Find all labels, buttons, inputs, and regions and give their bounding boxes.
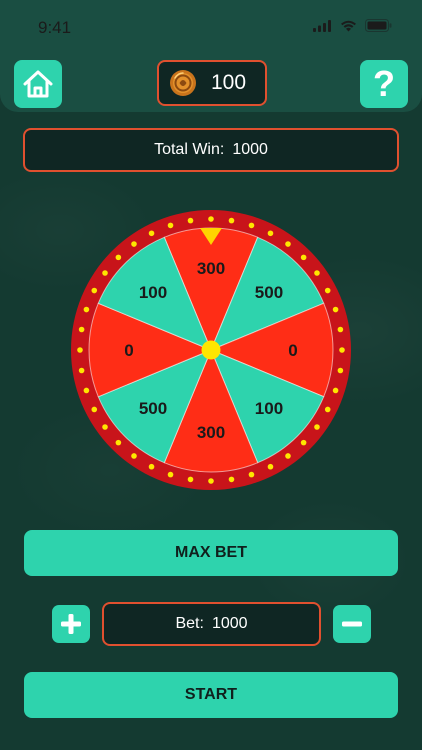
decrease-bet-button[interactable]	[333, 605, 371, 643]
wheel-bulb	[83, 306, 90, 313]
wheel-bulb	[337, 326, 344, 333]
total-win-display: Total Win: 1000	[23, 128, 399, 172]
wheel-bulb	[339, 347, 345, 353]
wheel-segment-label: 300	[197, 259, 225, 278]
bet-display: Bet: 1000	[102, 602, 321, 646]
wheel-segment-label: 500	[255, 283, 283, 302]
wheel-bulb	[91, 406, 98, 413]
coin-icon	[170, 70, 196, 96]
wheel-bulb	[267, 230, 274, 237]
wheel-hub	[201, 340, 221, 360]
wheel-bulb	[324, 287, 331, 294]
battery-icon	[365, 19, 392, 32]
wheel-bulb	[267, 463, 274, 470]
wheel-bulb	[228, 476, 235, 483]
wheel-bulb	[167, 471, 174, 478]
wheel-bulb	[115, 439, 122, 446]
prize-wheel[interactable]: 300 500 0 100 300 500 0 100	[68, 207, 354, 493]
total-win-value: 1000	[232, 141, 268, 158]
wheel-bulb	[131, 241, 137, 247]
wheel-segment-label: 100	[255, 399, 283, 418]
plus-icon	[61, 614, 81, 634]
wheel-bulb	[187, 217, 194, 224]
wheel-segment-label: 0	[288, 341, 297, 360]
wheel-bulb	[314, 270, 320, 276]
wheel-segment-label: 100	[139, 283, 167, 302]
wheel-bulb	[91, 287, 98, 294]
bet-label: Bet:	[175, 615, 204, 632]
wheel-bulb	[332, 387, 339, 394]
wifi-icon	[341, 20, 356, 31]
wheel-segment-label: 300	[197, 423, 225, 442]
wheel-segment-label: 500	[139, 399, 167, 418]
wheel-bulb	[148, 463, 155, 470]
wheel-bulb	[77, 347, 83, 353]
start-button[interactable]: START	[24, 672, 398, 718]
help-button[interactable]: ?	[360, 60, 408, 108]
wheel-bulb	[78, 367, 85, 374]
total-win-label: Total Win:	[154, 141, 225, 158]
home-icon	[23, 70, 53, 98]
status-icons	[313, 19, 392, 32]
wheel-bulb	[148, 230, 155, 237]
wheel-bulb	[78, 326, 85, 333]
question-icon: ?	[373, 63, 395, 104]
home-button[interactable]	[14, 60, 62, 108]
max-bet-button[interactable]: MAX BET	[24, 530, 398, 576]
wheel-segment-label: 0	[124, 341, 133, 360]
wheel-bulb	[248, 471, 255, 478]
coin-balance-value: 100	[211, 71, 247, 94]
minus-icon	[342, 621, 362, 627]
wheel-bulb	[300, 254, 307, 261]
wheel-bulb	[131, 453, 137, 459]
status-bar: 9:41	[0, 0, 422, 50]
wheel-bulb	[285, 241, 291, 247]
wheel-bulb	[285, 453, 291, 459]
wheel-bulb	[300, 439, 307, 446]
increase-bet-button[interactable]	[52, 605, 90, 643]
wheel-bulb	[324, 406, 331, 413]
wheel-bulb	[332, 306, 339, 313]
wheel-bulb	[187, 476, 194, 483]
status-time: 9:41	[38, 18, 72, 37]
bet-value: 1000	[211, 615, 248, 632]
wheel-bulb	[115, 254, 122, 261]
wheel-bulb	[208, 478, 214, 484]
wheel-bulb	[83, 387, 90, 394]
wheel-bulb	[314, 424, 320, 430]
signal-icon	[313, 19, 331, 32]
wheel-bulb	[102, 424, 108, 430]
coin-balance: 100	[157, 60, 267, 106]
wheel-bulb	[228, 217, 235, 224]
wheel-bulb	[167, 222, 174, 229]
wheel-bulb	[102, 270, 108, 276]
wheel-bulb	[337, 367, 344, 374]
wheel-bulb	[248, 222, 255, 229]
wheel-bulb	[208, 216, 214, 222]
